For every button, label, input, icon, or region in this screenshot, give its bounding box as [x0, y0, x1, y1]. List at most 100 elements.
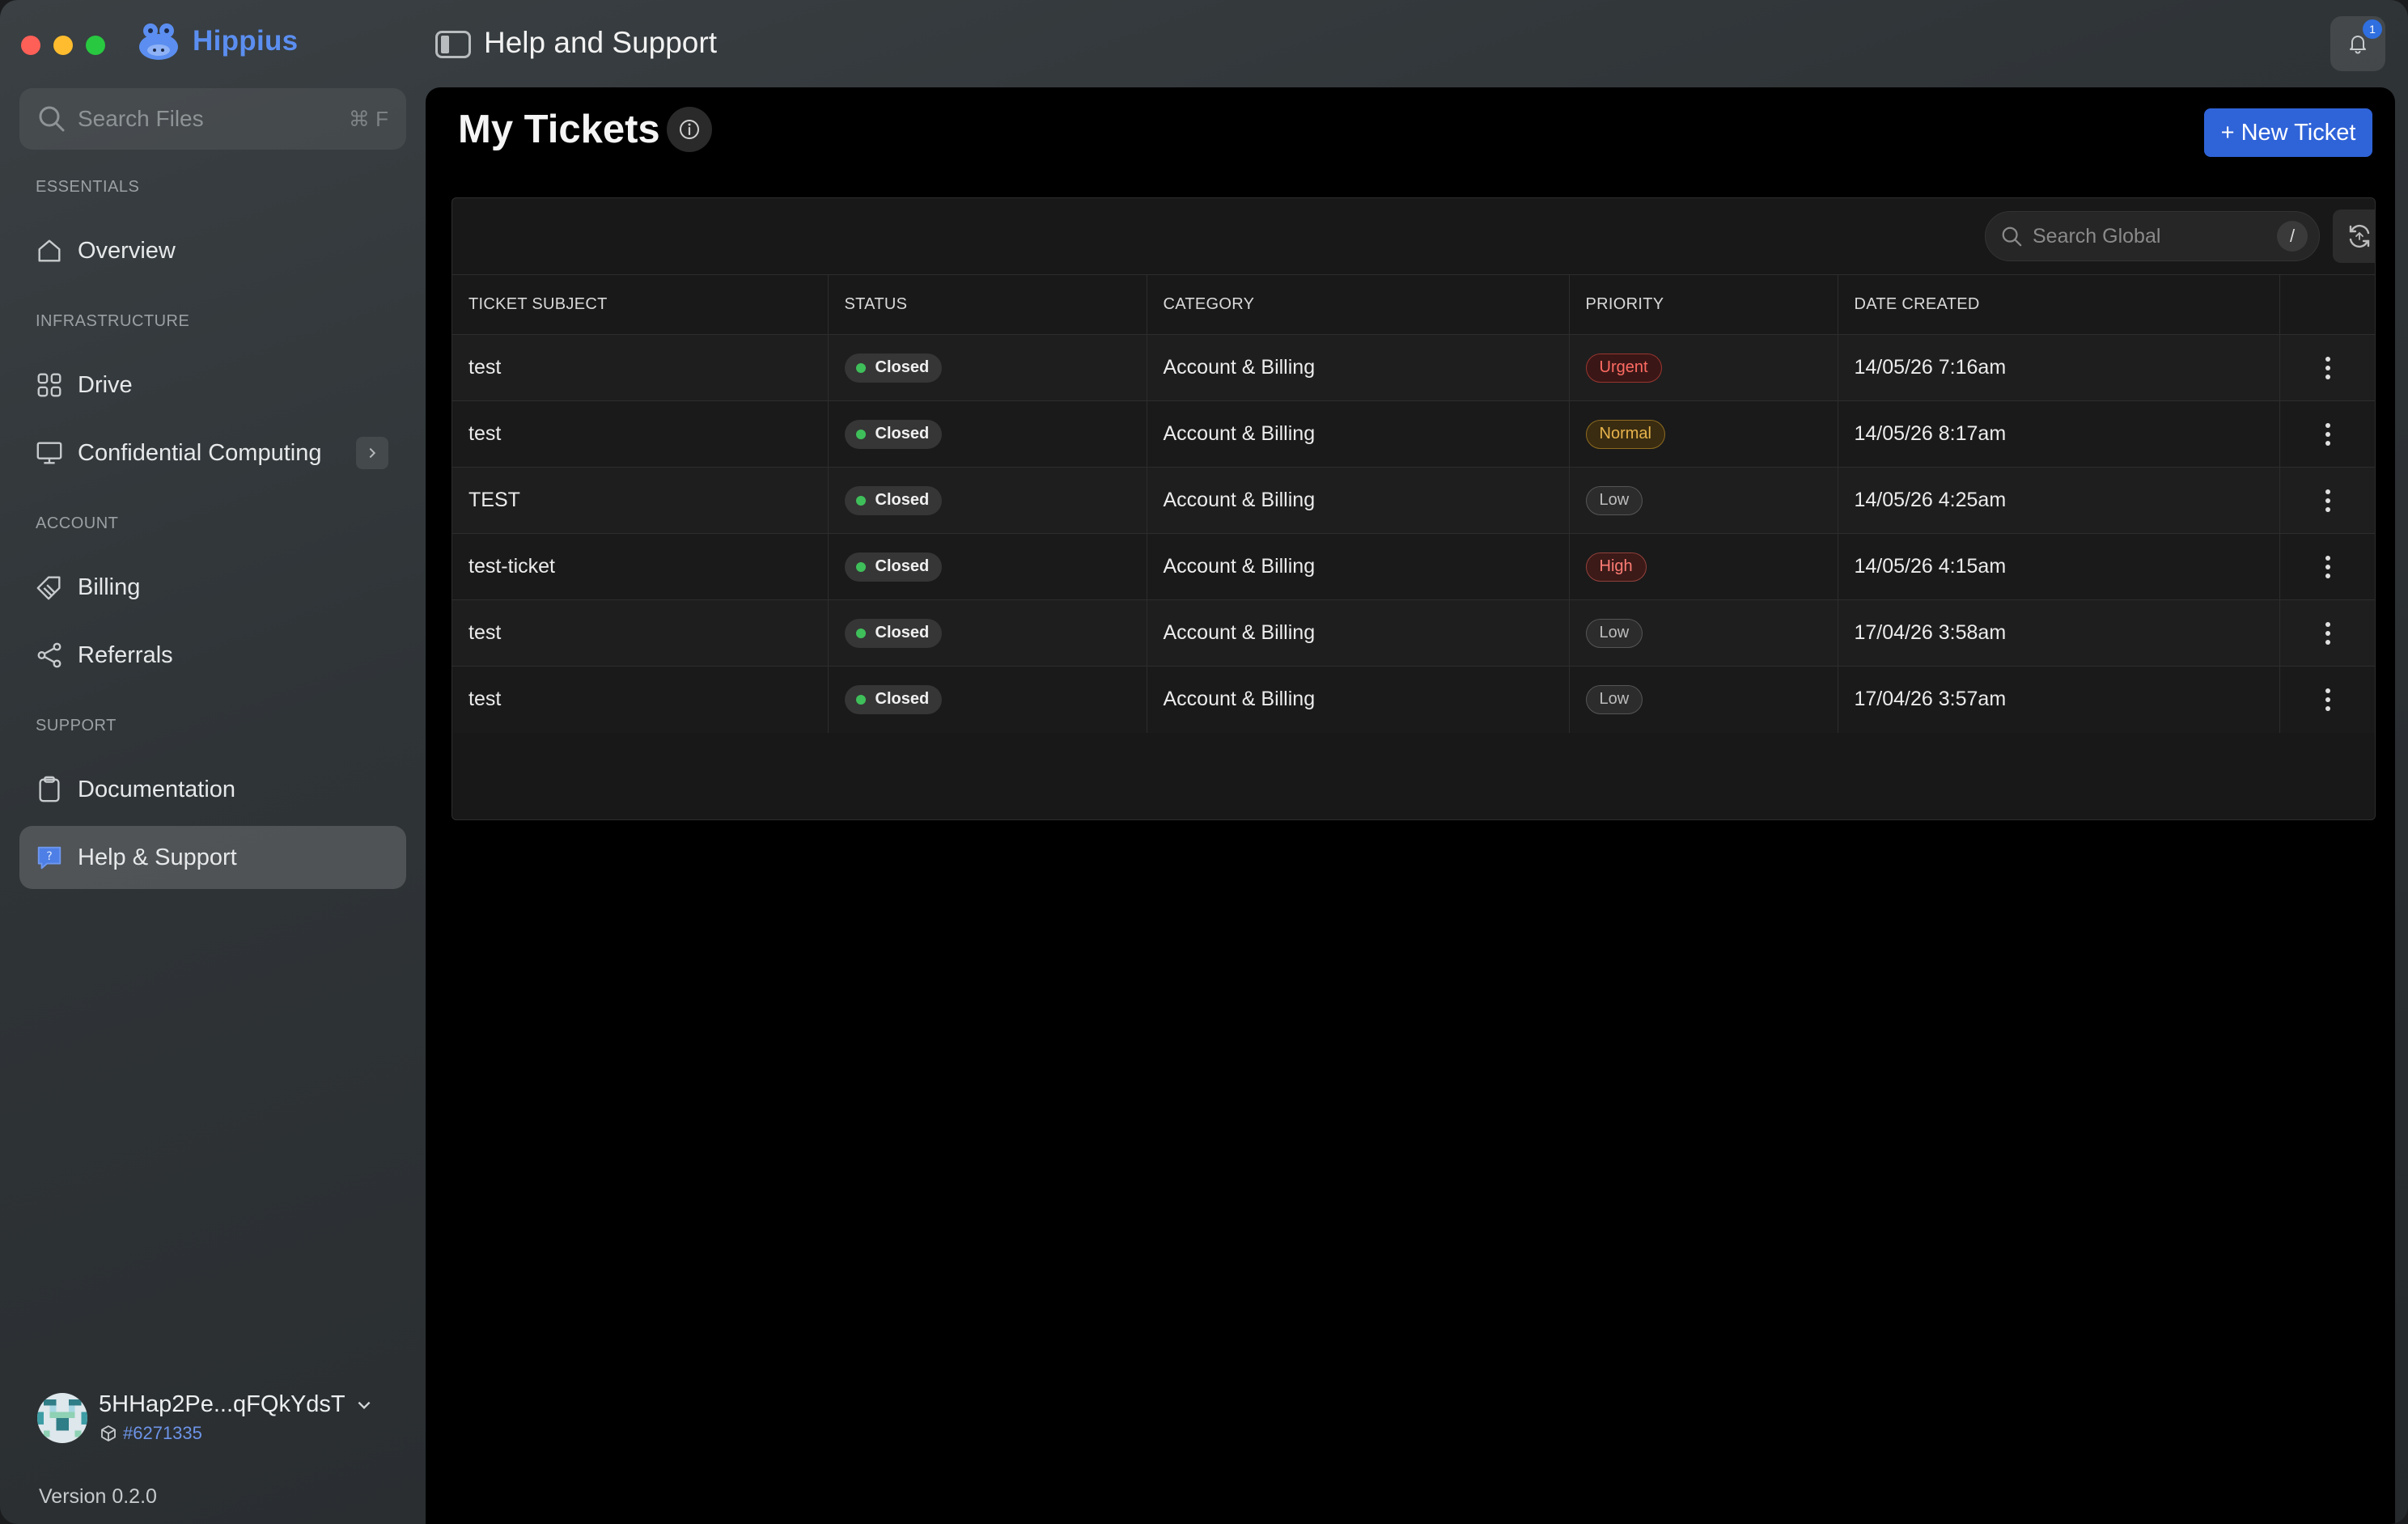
sidebar-item-label: Documentation: [78, 776, 236, 802]
ticket-subject: test: [452, 334, 829, 401]
status-dot: [855, 561, 866, 572]
table-row[interactable]: TEST Closed Account & Billing Low 14/05/…: [452, 467, 2376, 534]
tickets-table-card: Search Global / TICKET SUBJECT STATUS CA…: [451, 197, 2376, 820]
sidebar: Hippius Search Files ⌘ F ESSENTIALS Over…: [0, 0, 424, 1524]
ticket-category: Account & Billing: [1147, 666, 1570, 733]
refresh-button[interactable]: [2333, 210, 2375, 263]
app-logo[interactable]: Hippius: [134, 19, 298, 63]
priority-badge: Low: [1585, 485, 1643, 515]
table-row[interactable]: test Closed Account & Billing Low 17/04/…: [452, 599, 2376, 667]
chevron-down-icon: [358, 1401, 371, 1409]
status-label: Closed: [875, 425, 930, 442]
ticket-status-cell: Closed: [828, 666, 1147, 733]
sidebar-item-label: Referrals: [78, 641, 173, 668]
maximize-window-button[interactable]: [86, 36, 105, 55]
app-version: Version 0.2.0: [39, 1485, 157, 1508]
sidebar-item-referrals[interactable]: Referrals: [19, 624, 406, 687]
share-icon: [34, 640, 65, 671]
user-address: 5HHap2Pe...qFQkYdsT: [99, 1391, 346, 1417]
status-badge: Closed: [844, 419, 943, 449]
section-support: SUPPORT: [36, 717, 117, 734]
more-vertical-icon: [2280, 621, 2376, 645]
info-button[interactable]: [667, 107, 712, 152]
search-files-input[interactable]: Search Files ⌘ F: [19, 88, 406, 150]
section-essentials: ESSENTIALS: [36, 178, 140, 196]
sidebar-item-label: Billing: [78, 574, 141, 600]
ticket-status-cell: Closed: [828, 599, 1147, 667]
notifications-button[interactable]: 1: [2330, 16, 2385, 71]
app-name: Hippius: [193, 25, 299, 57]
status-badge: Closed: [844, 684, 943, 714]
expand-chevron-icon[interactable]: [356, 437, 388, 469]
more-vertical-icon: [2280, 356, 2376, 379]
minimize-window-button[interactable]: [53, 36, 73, 55]
row-actions-button[interactable]: [2279, 599, 2376, 667]
sidebar-item-confidential-computing[interactable]: Confidential Computing: [19, 421, 406, 485]
sidebar-item-billing[interactable]: Billing: [19, 556, 406, 619]
table-row[interactable]: test Closed Account & Billing Normal 14/…: [452, 400, 2376, 468]
search-global-input[interactable]: Search Global /: [1985, 211, 2320, 261]
column-header-category[interactable]: CATEGORY: [1147, 274, 1570, 335]
status-dot: [855, 694, 866, 705]
status-label: Closed: [875, 557, 930, 575]
priority-badge: Low: [1585, 684, 1643, 714]
sidebar-toggle-button[interactable]: [435, 31, 471, 58]
column-header-date-created[interactable]: DATE CREATED: [1838, 274, 2280, 335]
sidebar-item-drive[interactable]: Drive: [19, 353, 406, 417]
ticket-priority-cell: Low: [1569, 666, 1838, 733]
svg-text:?: ?: [46, 850, 53, 863]
more-vertical-icon: [2280, 489, 2376, 512]
column-header-priority[interactable]: PRIORITY: [1569, 274, 1838, 335]
column-header-status[interactable]: STATUS: [828, 274, 1147, 335]
row-actions-button[interactable]: [2279, 334, 2376, 401]
column-header-subject[interactable]: TICKET SUBJECT: [452, 274, 829, 335]
column-header-actions: [2279, 274, 2375, 335]
search-shortcut: ⌘ F: [348, 106, 388, 131]
ticket-priority-cell: Urgent: [1569, 334, 1838, 401]
priority-badge: Normal: [1585, 419, 1665, 449]
ticket-subject: test-ticket: [452, 533, 829, 600]
table-row[interactable]: test-ticket Closed Account & Billing Hig…: [452, 533, 2375, 600]
status-label: Closed: [875, 491, 930, 509]
ticket-date: 14/05/26 7:16am: [1838, 334, 2280, 401]
sidebar-item-label: Drive: [78, 371, 133, 398]
refresh-icon: [2349, 224, 2370, 248]
row-actions-button[interactable]: [2279, 666, 2375, 733]
more-vertical-icon: [2280, 422, 2376, 446]
home-icon: [34, 235, 65, 266]
ticket-category: Account & Billing: [1147, 400, 1570, 468]
sidebar-item-documentation[interactable]: Documentation: [19, 758, 406, 821]
notification-count-badge: 1: [2363, 19, 2382, 39]
row-actions-button[interactable]: [2279, 467, 2376, 534]
row-actions-button[interactable]: [2279, 400, 2376, 468]
new-ticket-button[interactable]: + New Ticket: [2204, 108, 2372, 157]
clipboard-icon: [34, 774, 65, 805]
status-badge: Closed: [844, 618, 943, 648]
sidebar-item-overview[interactable]: Overview: [19, 219, 406, 282]
ticket-status-cell: Closed: [828, 467, 1147, 534]
page-title: My Tickets: [458, 108, 660, 151]
status-dot: [855, 628, 866, 638]
priority-badge: Low: [1585, 618, 1643, 648]
ticket-date: 14/05/26 4:15am: [1838, 533, 2280, 600]
row-actions-button[interactable]: [2279, 533, 2375, 600]
table-row[interactable]: test Closed Account & Billing Low 17/04/…: [452, 666, 2375, 733]
close-window-button[interactable]: [21, 36, 40, 55]
status-badge: Closed: [844, 552, 943, 582]
priority-badge: High: [1585, 552, 1647, 582]
search-files-placeholder: Search Files: [78, 106, 204, 131]
cube-icon: [101, 1425, 116, 1441]
user-account-menu[interactable]: 5HHap2Pe...qFQkYdsT #6271335: [37, 1391, 373, 1444]
table-row[interactable]: test Closed Account & Billing Urgent 14/…: [452, 334, 2376, 401]
status-dot: [855, 495, 866, 506]
status-dot: [855, 429, 866, 439]
info-icon: [680, 120, 699, 139]
ticket-category: Account & Billing: [1147, 533, 1570, 600]
help-chat-icon: ?: [34, 842, 65, 873]
hippo-logo-icon: [139, 23, 178, 60]
search-icon: [39, 106, 65, 132]
ticket-subject: test: [452, 666, 829, 733]
ticket-category: Account & Billing: [1147, 467, 1570, 534]
sidebar-item-help-support[interactable]: ? Help & Support: [19, 826, 406, 889]
sidebar-item-label: Help & Support: [78, 844, 237, 870]
